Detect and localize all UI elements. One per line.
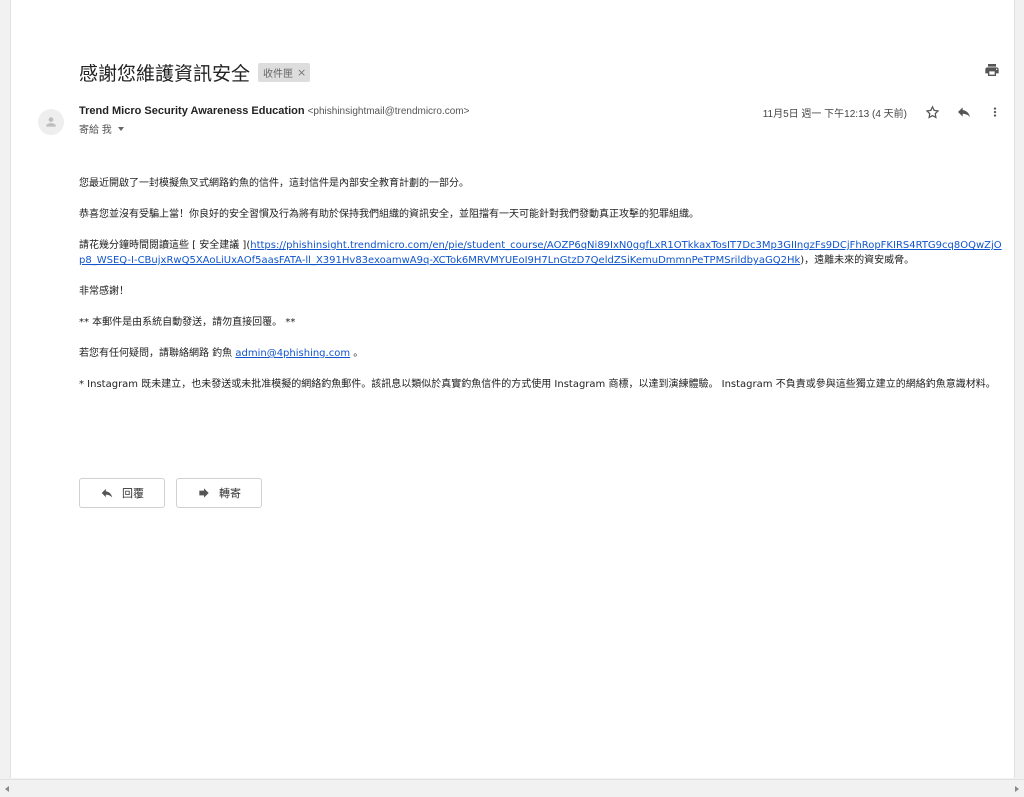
reply-button[interactable]: 回覆 xyxy=(79,478,165,508)
forward-button-label: 轉寄 xyxy=(219,487,241,500)
message-date: 11月5日 週一 下午12:13 (4 天前) xyxy=(762,108,907,120)
scroll-left-icon[interactable] xyxy=(5,786,9,792)
scroll-right-icon[interactable] xyxy=(1015,786,1019,792)
forward-button[interactable]: 轉寄 xyxy=(176,478,262,508)
body-paragraph: * Instagram 既未建立，也未發送或未批准模擬的網絡釣魚郵件。該訊息以類… xyxy=(79,379,996,390)
more-vert-icon[interactable] xyxy=(988,104,1002,120)
sender-email: <phishinsightmail@trendmicro.com> xyxy=(307,106,470,117)
subject-row: 感謝您維護資訊安全 收件匣 × xyxy=(79,58,1000,86)
sender-block: Trend Micro Security Awareness Education… xyxy=(79,105,469,136)
sender-avatar xyxy=(38,109,64,135)
body-text: 。 xyxy=(350,348,364,359)
message-actions: 回覆 轉寄 xyxy=(79,478,262,508)
inbox-label-text: 收件匣 xyxy=(263,68,294,80)
reply-icon xyxy=(101,488,113,498)
recipient-text: 寄給 我 xyxy=(79,125,112,136)
email-subject: 感謝您維護資訊安全 xyxy=(79,62,251,85)
message-meta: 11月5日 週一 下午12:13 (4 天前) xyxy=(763,104,1002,120)
body-paragraph: ** 本郵件是由系統自動發送，請勿直接回覆。 ** xyxy=(79,317,296,328)
remove-label-icon[interactable]: × xyxy=(297,66,306,79)
print-icon[interactable] xyxy=(984,62,1000,78)
body-text: )，遠離未來的資安威脅。 xyxy=(800,255,915,266)
body-paragraph: 非常感謝！ xyxy=(79,286,129,297)
contact-email-link[interactable]: admin@4phishing.com xyxy=(235,348,350,359)
horizontal-scrollbar[interactable] xyxy=(0,779,1024,797)
recipient-details[interactable]: 寄給 我 xyxy=(79,121,469,136)
star-icon[interactable] xyxy=(925,104,940,120)
reply-button-label: 回覆 xyxy=(122,487,144,500)
body-paragraph: 恭喜您並沒有受騙上當！你良好的安全習慣及行為將有助於保持我們組織的資訊安全，並阻… xyxy=(79,209,699,220)
chevron-down-icon[interactable] xyxy=(117,126,124,131)
body-paragraph: 您最近開啟了一封模擬魚叉式網路釣魚的信件，這封信件是內部安全教育計劃的一部分。 xyxy=(79,178,469,189)
forward-icon xyxy=(199,488,209,498)
body-paragraph: 若您有任何疑問，請聯絡網路 釣魚 admin@4phishing.com 。 xyxy=(79,346,1004,361)
person-icon xyxy=(46,117,56,127)
inbox-label[interactable]: 收件匣 × xyxy=(258,62,311,82)
reply-icon[interactable] xyxy=(956,104,972,120)
body-text: 請花幾分鐘時間閱讀這些 [ 安全建議 ]( xyxy=(79,240,251,251)
message-body: 您最近開啟了一封模擬魚叉式網路釣魚的信件，這封信件是內部安全教育計劃的一部分。 … xyxy=(79,176,1004,408)
body-paragraph: 請花幾分鐘時間閱讀這些 [ 安全建議 ](https://phishinsigh… xyxy=(79,238,1004,268)
email-view: 感謝您維護資訊安全 收件匣 × Trend Micro Security Awa… xyxy=(10,0,1015,778)
body-text: 若您有任何疑問，請聯絡網路 釣魚 xyxy=(79,348,236,359)
sender-name: Trend Micro Security Awareness Education xyxy=(79,105,305,117)
